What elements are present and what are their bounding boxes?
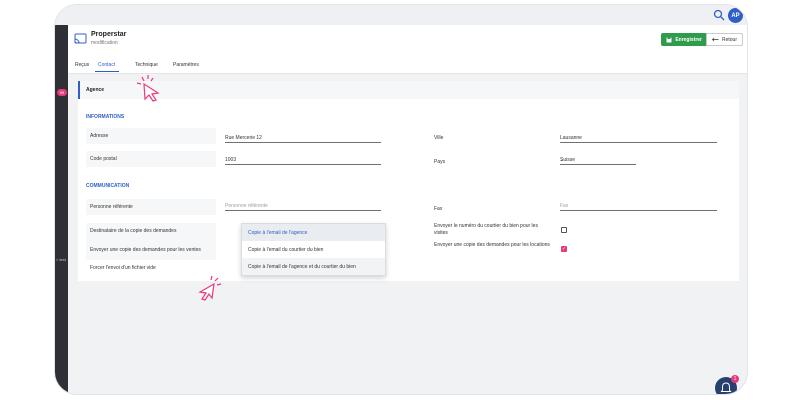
adresse-value: Rue Mercerie 12: [225, 135, 262, 141]
save-button[interactable]: Enregistrer: [661, 33, 707, 46]
tab-technique[interactable]: Technique: [135, 62, 158, 68]
code-postal-value: 1003: [225, 157, 237, 163]
forcer-label: Forcer l'envoi d'un fichier vide: [90, 265, 156, 271]
sidebar: 99 < test: [55, 25, 68, 394]
contact-card: Agence INFORMATIONS Adresse Rue Mercerie…: [78, 81, 739, 281]
notification-count-badge: 1: [731, 375, 739, 383]
dropdown-option[interactable]: Copie à l'email de l'agence: [242, 224, 385, 241]
page-header: Properstar modification Enregistrer Reto…: [68, 25, 747, 57]
code-postal-label: Code postal: [86, 151, 216, 167]
agence-title: Agence: [86, 87, 105, 93]
pays-select[interactable]: Suisse ⌄: [560, 155, 636, 165]
undo-icon: [711, 37, 719, 42]
destinataire-dropdown-menu: Copie à l'email de l'agence Copie à l'em…: [241, 223, 386, 276]
code-postal-field[interactable]: 1003: [225, 155, 381, 165]
active-tab-indicator: [95, 71, 119, 72]
back-button-label: Retour: [721, 36, 737, 43]
agence-section-header[interactable]: Agence: [78, 81, 739, 99]
communication-title: COMMUNICATION: [86, 183, 130, 189]
cast-icon: [74, 33, 87, 44]
dropdown-option[interactable]: Copie à l'email de l'agence et du courti…: [242, 258, 385, 275]
chevron-down-icon: ⌄: [560, 157, 565, 163]
personne-referente-placeholder: Personne référente: [225, 203, 268, 209]
avatar[interactable]: AP: [728, 8, 743, 23]
notification-button[interactable]: 1: [715, 375, 739, 394]
dropdown-option[interactable]: Copie à l'email du courtier du bien: [242, 241, 385, 258]
tab-parametres[interactable]: Paramètres: [173, 62, 199, 68]
envoyer-copie-ventes-label: Envoyer une copie des demandes pour les …: [86, 240, 216, 260]
envoyer-copie-locations-label: Envoyer une copie des demandes pour les …: [434, 242, 550, 248]
sidebar-back-link[interactable]: < test: [56, 257, 66, 262]
tab-recus[interactable]: Reçus: [75, 62, 89, 68]
save-button-label: Enregistrer: [675, 36, 702, 43]
informations-title: INFORMATIONS: [86, 114, 125, 120]
save-icon: [666, 37, 672, 42]
envoyer-numero-checkbox[interactable]: [561, 227, 567, 233]
fax-field[interactable]: Fax: [560, 201, 717, 211]
back-button[interactable]: Retour: [705, 33, 743, 46]
cursor-click-icon: [198, 275, 222, 301]
tab-bar: Reçus Contact Technique Paramètres: [68, 57, 747, 74]
envoyer-copie-locations-checkbox[interactable]: ✓: [561, 246, 567, 252]
adresse-label: Adresse: [86, 128, 216, 144]
ville-field[interactable]: Lausanne: [560, 133, 717, 143]
ville-value: Lausanne: [560, 135, 582, 141]
page-subtitle: modification: [91, 40, 118, 46]
pays-label: Pays: [434, 159, 446, 165]
personne-referente-label: Personne référente: [86, 199, 216, 215]
app-window: AP 99 < test Properstar modification Enr…: [55, 5, 747, 394]
envoyer-numero-label: Envoyer le numéro du courtier du bien po…: [434, 223, 538, 236]
page-title: Properstar: [91, 31, 127, 38]
cursor-click-icon: [136, 75, 160, 102]
search-icon[interactable]: [713, 9, 725, 21]
notification-badge[interactable]: 99: [57, 89, 67, 96]
fax-label: Fax: [434, 206, 443, 212]
top-bar: AP: [55, 5, 747, 25]
adresse-field[interactable]: Rue Mercerie 12: [225, 133, 381, 143]
fax-placeholder: Fax: [560, 203, 569, 209]
tab-contact[interactable]: Contact: [98, 62, 115, 68]
ville-label: Ville: [434, 135, 444, 141]
personne-referente-field[interactable]: Personne référente: [225, 201, 381, 211]
destinataire-label: Destinataire de la copie des demandes: [86, 223, 216, 240]
